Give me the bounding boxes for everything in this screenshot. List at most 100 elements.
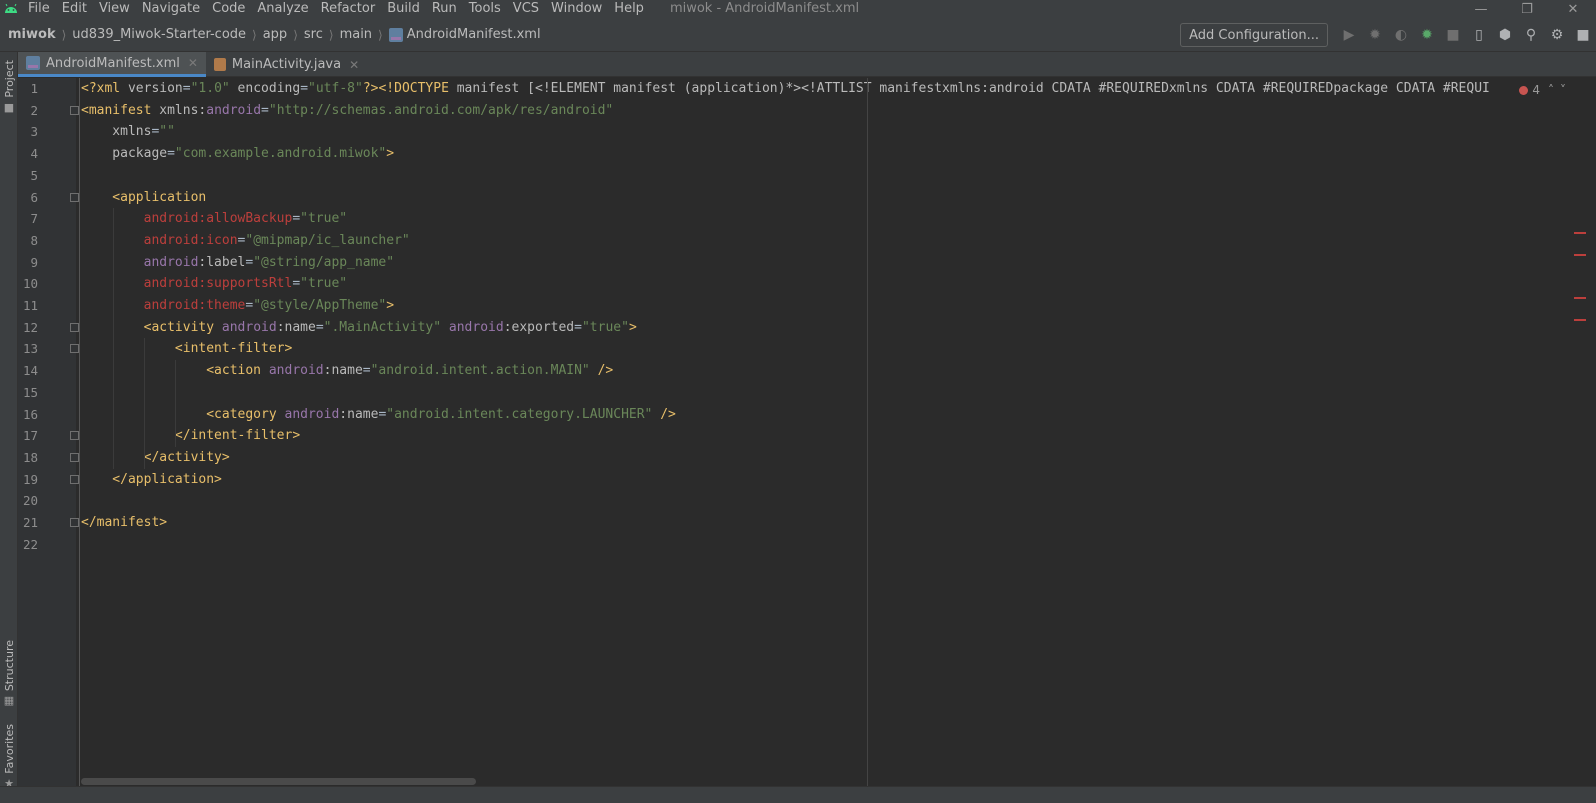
code-line[interactable]: android:allowBackup="true" [81,208,348,230]
error-stripe-mark[interactable] [1574,254,1586,256]
restore-icon[interactable]: ❐ [1504,0,1550,18]
error-stripe-mark[interactable] [1574,232,1586,234]
project-tool-tab[interactable]: Project ■ [0,60,18,114]
xml-file-icon [388,27,403,42]
menu-item-tools[interactable]: Tools [463,0,507,18]
code-token: android [81,254,199,270]
menu-item-window[interactable]: Window [545,0,608,18]
code-line[interactable]: <activity android:name=".MainActivity" a… [81,317,637,339]
line-number: 18 [22,449,38,465]
minimize-icon[interactable]: — [1458,0,1504,18]
error-indicator[interactable]: 4 ˄ ˅ [1519,83,1566,97]
breadcrumb-item-project[interactable]: miwok [8,27,56,42]
code-line[interactable]: <?xml version="1.0" encoding="utf-8"?><!… [81,78,1490,100]
line-number: 6 [30,189,38,205]
account-icon[interactable]: ■ [1570,22,1596,48]
line-number: 16 [22,406,38,422]
stop-icon[interactable]: ■ [1440,22,1466,48]
breadcrumb-item-file[interactable]: AndroidManifest.xml [407,27,541,42]
run-icon[interactable]: ▶ [1336,22,1362,48]
chevron-up-icon[interactable]: ˄ [1548,83,1554,97]
debug-icon[interactable]: ✹ [1362,22,1388,48]
menu-item-build[interactable]: Build [381,0,426,18]
tab-android-manifest[interactable]: AndroidManifest.xml ✕ [18,52,206,77]
code-token: version [127,81,183,96]
line-number: 13 [22,341,38,357]
breadcrumb-item-app[interactable]: app [263,27,287,42]
menu-item-help[interactable]: Help [608,0,650,18]
code-token: </manifest> [81,515,168,530]
code-line[interactable]: </manifest> [81,512,167,534]
window-title: miwok - AndroidManifest.xml [669,1,860,16]
code-line[interactable]: android:label="@string/app_name" [81,252,394,274]
structure-tab-label: Structure [2,640,16,692]
code-line[interactable]: android:theme="@style/AppTheme"> [81,295,394,317]
horizontal-scrollbar[interactable] [81,778,476,785]
line-number: 19 [22,471,38,487]
code-line[interactable]: </application> [81,469,222,491]
breadcrumb-item-src[interactable]: src [304,27,323,42]
code-token: = [574,319,582,335]
code-token: /> [589,363,614,379]
code-line[interactable]: <manifest xmlns:android="http://schemas.… [81,100,613,122]
project-tab-label: Project [2,60,16,98]
line-number: 20 [22,493,38,509]
structure-tool-tab[interactable]: Structure ▦ [0,640,18,707]
left-tool-strip: Project ■ Structure ▦ Favorites ★ [0,52,18,803]
sdk-manager-icon[interactable]: ⬢ [1492,22,1518,48]
code-line[interactable]: package="com.example.android.miwok"> [81,143,394,165]
menu-item-edit[interactable]: Edit [56,0,93,18]
code-editor[interactable]: 1 2 3 4 5 6 7 8 9 10 11 12 13 14 15 16 17 18 19 20 21 22 <?xm… [18,78,1596,786]
code-token: /> [652,406,676,422]
close-icon[interactable]: ✕ [1550,0,1596,18]
attach-debugger-icon[interactable]: ✹ [1414,22,1440,48]
code-token: "utf-8" [308,81,363,96]
favorites-tool-tab[interactable]: Favorites ★ [0,724,18,790]
breadcrumb-item-module[interactable]: ud839_Miwok-Starter-code [72,27,246,42]
code-token: "true" [300,276,348,292]
code-token: "true" [581,319,629,335]
tab-label: MainActivity.java [231,57,342,72]
tab-label: AndroidManifest.xml [46,55,180,71]
code-line[interactable]: </activity> [81,447,230,469]
code-token: = [292,211,301,227]
code-token: package [81,146,168,162]
add-configuration-button[interactable]: Add Configuration... [1180,23,1328,47]
menu-item-navigate[interactable]: Navigate [136,0,206,18]
status-bar [0,786,1596,803]
gear-icon[interactable]: ⚙ [1544,22,1570,48]
code-token: xmlns: [159,102,207,118]
menu-item-run[interactable]: Run [426,0,463,18]
tab-main-activity[interactable]: MainActivity.java ✕ [206,52,367,77]
indent-guide [113,208,114,469]
chevron-down-icon[interactable]: ˅ [1560,83,1566,97]
menu-item-code[interactable]: Code [206,0,251,18]
code-line[interactable]: android:icon="@mipmap/ic_launcher" [81,230,410,252]
structure-icon: ▦ [3,694,15,708]
code-token: android [448,319,504,335]
code-token: = [300,81,309,96]
error-stripe-mark[interactable] [1574,319,1586,321]
close-tab-icon[interactable]: ✕ [349,58,359,72]
breadcrumb-item-main[interactable]: main [340,27,372,42]
menu-item-vcs[interactable]: VCS [507,0,545,18]
code-line[interactable]: xmlns="" [81,121,175,143]
code-token: = [315,319,324,335]
code-token: :exported [503,319,575,335]
line-number: 17 [22,428,38,444]
search-icon[interactable]: ⚲ [1518,22,1544,48]
code-line[interactable]: <action android:name="android.intent.act… [81,360,613,382]
menu-item-analyze[interactable]: Analyze [251,0,314,18]
menu-item-view[interactable]: View [93,0,136,18]
code-line[interactable]: <application [81,187,206,209]
code-token: <application [81,189,207,205]
menu-item-refactor[interactable]: Refactor [315,0,382,18]
menu-item-file[interactable]: File [22,0,56,18]
error-stripe-mark[interactable] [1574,297,1586,299]
code-line[interactable]: <category android:name="android.intent.c… [81,404,676,426]
close-tab-icon[interactable]: ✕ [188,56,198,70]
code-line[interactable]: android:supportsRtl="true" [81,273,348,295]
device-manager-icon[interactable]: ▯ [1466,22,1492,48]
profile-icon[interactable]: ◐ [1388,22,1414,48]
xml-file-icon [26,56,40,70]
